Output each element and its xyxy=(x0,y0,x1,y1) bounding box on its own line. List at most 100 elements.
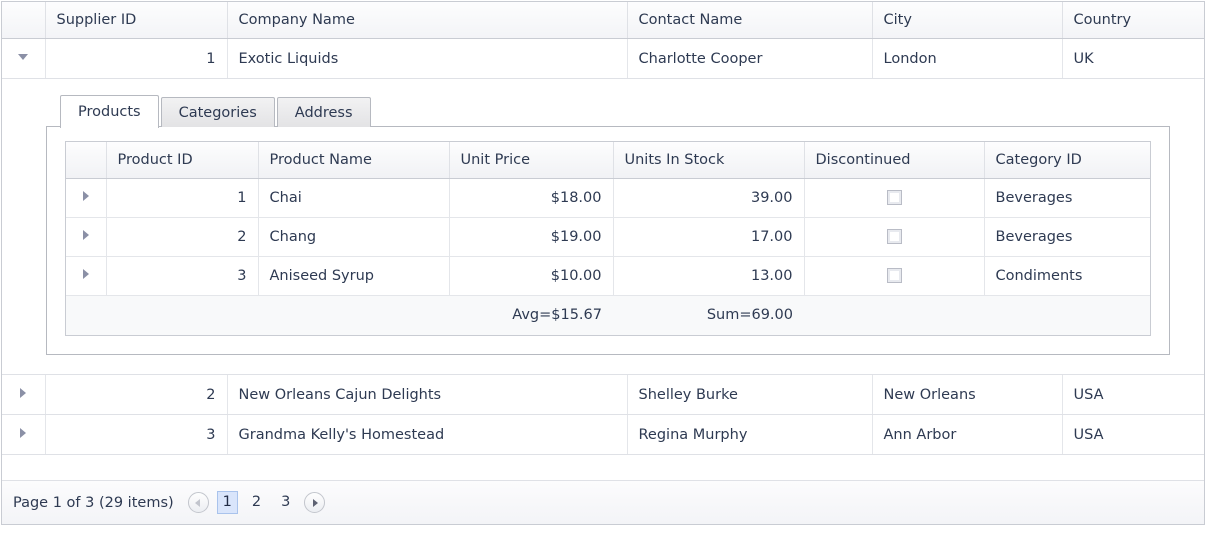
products-grid: Product ID Product Name Unit Price Units… xyxy=(65,141,1151,336)
cell-company-name: New Orleans Cajun Delights xyxy=(227,375,627,415)
table-row[interactable]: 2 Chang $19.00 17.00 Bevera xyxy=(66,217,1150,256)
chevron-right-circle-icon[interactable] xyxy=(304,492,325,513)
suppliers-header: Supplier ID Company Name Contact Name Ci… xyxy=(2,2,1204,39)
cell-country: USA xyxy=(1062,415,1204,455)
triangle-right-icon[interactable] xyxy=(15,385,31,401)
cell-discontinued[interactable] xyxy=(804,217,984,256)
column-header-units-in-stock[interactable]: Units In Stock xyxy=(613,142,804,178)
suppliers-table: Supplier ID Company Name Contact Name Ci… xyxy=(2,2,1204,455)
cell-company-name: Grandma Kelly's Homestead xyxy=(227,415,627,455)
cell-category-id: Beverages xyxy=(984,178,1150,217)
footer-units-in-stock-aggregate: Sum=69.00 xyxy=(613,295,804,335)
cell-unit-price: $10.00 xyxy=(449,256,613,295)
table-row[interactable]: 3 Aniseed Syrup $10.00 13.00 xyxy=(66,256,1150,295)
row-expander-cell[interactable] xyxy=(2,39,45,79)
cell-units-in-stock: 13.00 xyxy=(613,256,804,295)
cell-product-id: 2 xyxy=(106,217,258,256)
cell-units-in-stock: 17.00 xyxy=(613,217,804,256)
pager: Page 1 of 3 (29 items) 1 2 3 xyxy=(2,480,1204,524)
table-row[interactable]: 2 New Orleans Cajun Delights Shelley Bur… xyxy=(2,375,1204,415)
product-row-expander-cell[interactable] xyxy=(66,256,106,295)
detail-tabstrip: Products Categories Address xyxy=(46,95,1170,356)
column-header-country[interactable]: Country xyxy=(1062,2,1204,39)
triangle-right-icon[interactable] xyxy=(78,227,94,243)
cell-product-id: 3 xyxy=(106,256,258,295)
cell-country: USA xyxy=(1062,375,1204,415)
cell-company-name: Exotic Liquids xyxy=(227,39,627,79)
cell-supplier-id: 1 xyxy=(45,39,227,79)
cell-product-id: 1 xyxy=(106,178,258,217)
tab-list: Products Categories Address xyxy=(46,95,1170,127)
column-header-company-name[interactable]: Company Name xyxy=(227,2,627,39)
table-row[interactable]: 1 Chai $18.00 39.00 Beverag xyxy=(66,178,1150,217)
tab-panel-products: Product ID Product Name Unit Price Units… xyxy=(46,126,1170,355)
column-header-supplier-id[interactable]: Supplier ID xyxy=(45,2,227,39)
cell-discontinued[interactable] xyxy=(804,178,984,217)
column-header-unit-price[interactable]: Unit Price xyxy=(449,142,613,178)
pager-page-2[interactable]: 2 xyxy=(246,491,267,514)
footer-spacer-product-name xyxy=(258,295,449,335)
triangle-right-icon[interactable] xyxy=(15,425,31,441)
table-row[interactable]: 3 Grandma Kelly's Homestead Regina Murph… xyxy=(2,415,1204,455)
pager-page-1[interactable]: 1 xyxy=(217,491,238,514)
triangle-down-icon[interactable] xyxy=(15,49,31,65)
suppliers-body: 1 Exotic Liquids Charlotte Cooper London… xyxy=(2,39,1204,455)
cell-city: Ann Arbor xyxy=(872,415,1062,455)
tab-categories[interactable]: Categories xyxy=(161,97,275,127)
footer-spacer-discontinued xyxy=(804,295,984,335)
products-table: Product ID Product Name Unit Price Units… xyxy=(66,142,1150,335)
cell-product-name: Chai xyxy=(258,178,449,217)
pager-page-3[interactable]: 3 xyxy=(275,491,296,514)
cell-unit-price: $18.00 xyxy=(449,178,613,217)
cell-units-in-stock: 39.00 xyxy=(613,178,804,217)
column-header-product-hierarchy xyxy=(66,142,106,178)
pager-info: Page 1 of 3 (29 items) xyxy=(13,495,174,511)
checkbox-unchecked-icon[interactable] xyxy=(887,190,902,205)
checkbox-unchecked-icon[interactable] xyxy=(887,229,902,244)
footer-spacer-product-id xyxy=(106,295,258,335)
products-header-row: Product ID Product Name Unit Price Units… xyxy=(66,142,1150,178)
footer-unit-price-aggregate: Avg=$15.67 xyxy=(449,295,613,335)
cell-city: London xyxy=(872,39,1062,79)
detail-wrapper: Products Categories Address xyxy=(2,79,1204,374)
checkbox-unchecked-icon[interactable] xyxy=(887,268,902,283)
cell-product-name: Chang xyxy=(258,217,449,256)
cell-unit-price: $19.00 xyxy=(449,217,613,256)
column-header-product-id[interactable]: Product ID xyxy=(106,142,258,178)
cell-supplier-id: 3 xyxy=(45,415,227,455)
cell-contact-name: Charlotte Cooper xyxy=(627,39,872,79)
row-expander-cell[interactable] xyxy=(2,415,45,455)
tab-address[interactable]: Address xyxy=(277,97,371,127)
cell-contact-name: Regina Murphy xyxy=(627,415,872,455)
row-expander-cell[interactable] xyxy=(2,375,45,415)
table-row[interactable]: 1 Exotic Liquids Charlotte Cooper London… xyxy=(2,39,1204,79)
triangle-right-icon[interactable] xyxy=(78,266,94,282)
column-header-city[interactable]: City xyxy=(872,2,1062,39)
cell-discontinued[interactable] xyxy=(804,256,984,295)
detail-cell: Products Categories Address xyxy=(2,79,1204,375)
column-header-discontinued[interactable]: Discontinued xyxy=(804,142,984,178)
suppliers-grid: Supplier ID Company Name Contact Name Ci… xyxy=(1,1,1205,525)
products-footer: Avg=$15.67 Sum=69.00 xyxy=(66,295,1150,335)
cell-category-id: Beverages xyxy=(984,217,1150,256)
footer-spacer-category-id xyxy=(984,295,1150,335)
aggregate-row: Avg=$15.67 Sum=69.00 xyxy=(66,295,1150,335)
detail-row: Products Categories Address xyxy=(2,79,1204,375)
cell-country: UK xyxy=(1062,39,1204,79)
cell-supplier-id: 2 xyxy=(45,375,227,415)
column-header-hierarchy xyxy=(2,2,45,39)
cell-city: New Orleans xyxy=(872,375,1062,415)
products-header: Product ID Product Name Unit Price Units… xyxy=(66,142,1150,178)
product-row-expander-cell[interactable] xyxy=(66,178,106,217)
column-header-category-id[interactable]: Category ID xyxy=(984,142,1150,178)
product-row-expander-cell[interactable] xyxy=(66,217,106,256)
tab-products[interactable]: Products xyxy=(60,95,159,128)
cell-product-name: Aniseed Syrup xyxy=(258,256,449,295)
triangle-right-icon[interactable] xyxy=(78,188,94,204)
products-body: 1 Chai $18.00 39.00 Beverag xyxy=(66,178,1150,295)
suppliers-header-row: Supplier ID Company Name Contact Name Ci… xyxy=(2,2,1204,39)
column-header-product-name[interactable]: Product Name xyxy=(258,142,449,178)
chevron-left-circle-icon[interactable] xyxy=(188,492,209,513)
footer-spacer-hierarchy xyxy=(66,295,106,335)
column-header-contact-name[interactable]: Contact Name xyxy=(627,2,872,39)
